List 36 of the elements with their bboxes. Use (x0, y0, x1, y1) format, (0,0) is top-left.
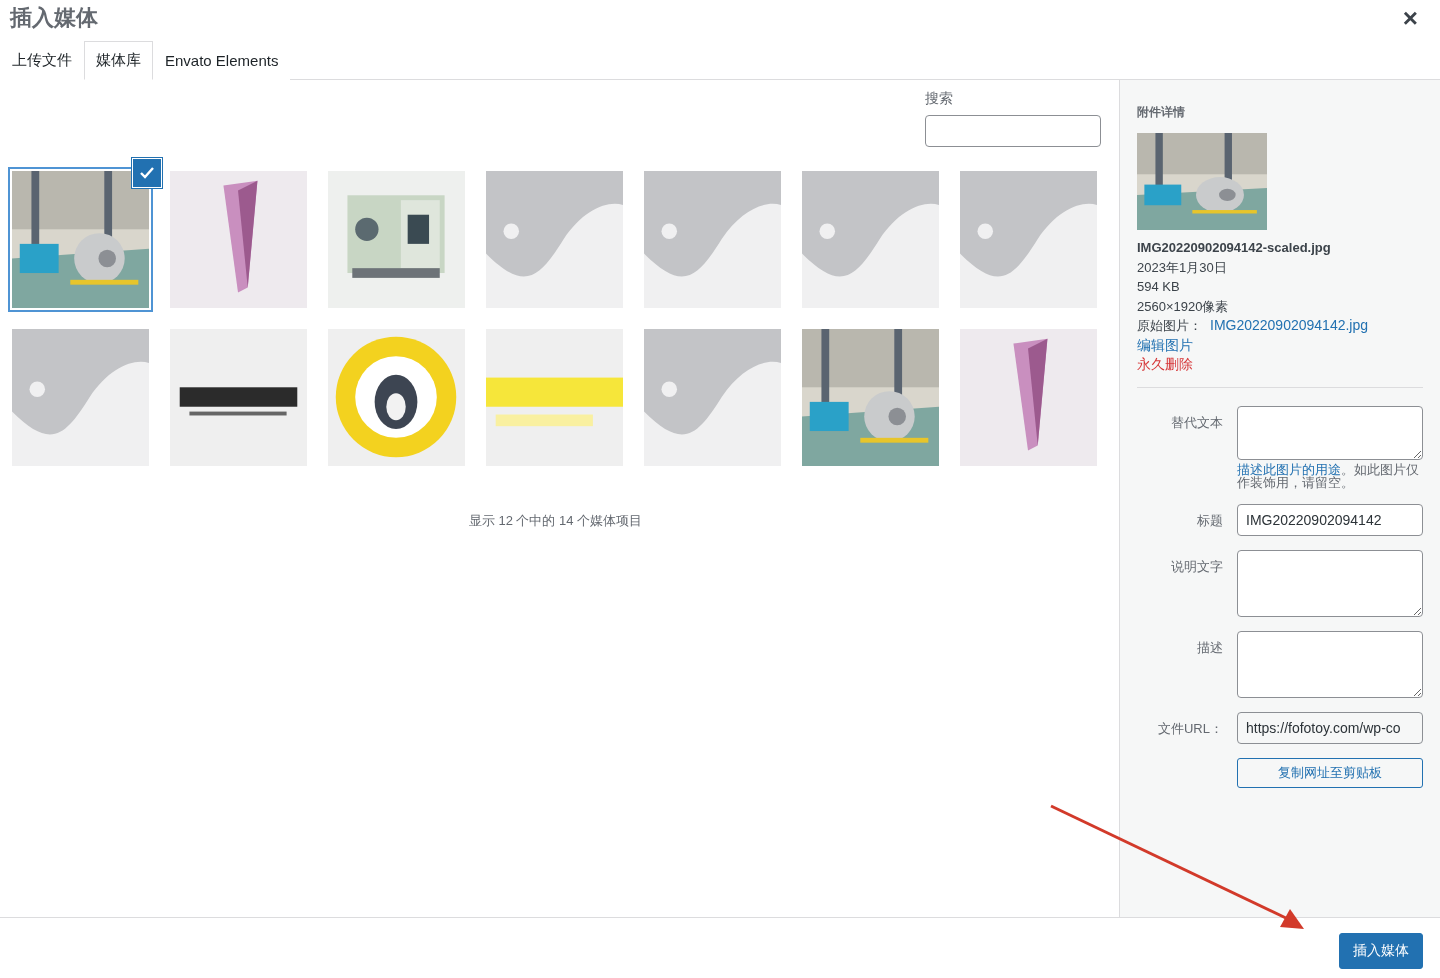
tab[interactable]: 媒体库 (84, 41, 153, 80)
image-placeholder-icon (644, 171, 781, 308)
copy-url-button[interactable]: 复制网址至剪贴板 (1237, 757, 1423, 788)
image-placeholder-icon (802, 171, 939, 308)
delete-link[interactable]: 永久删除 (1137, 355, 1193, 375)
check-icon[interactable] (133, 159, 161, 187)
upload-date: 2023年1月30日 (1137, 258, 1228, 277)
image-dimensions: 2560×1920像素 (1137, 297, 1230, 316)
field-label: 文件URL： (1157, 719, 1223, 738)
original-image-label: 原始图片： (1137, 317, 1202, 335)
url-field[interactable]: https://fofotoy.com/wp-co (1237, 711, 1423, 744)
field-label: 描述 (1196, 638, 1223, 657)
help-text: 描述此图片的用途。如此图片仅作装饰用，请留空。 (1237, 463, 1420, 490)
search-label: 搜索 (925, 90, 953, 108)
image-placeholder-icon (486, 171, 623, 308)
title-field[interactable]: IMG20220902094142 (1237, 503, 1423, 536)
image-placeholder-icon (960, 171, 1097, 308)
image-placeholder-icon (644, 329, 781, 466)
file-size: 594 KB (1137, 278, 1181, 296)
text-area[interactable] (1237, 630, 1423, 698)
close-button[interactable]: × (1398, 4, 1422, 32)
field-label: 标题 (1196, 511, 1223, 530)
search-field[interactable] (925, 115, 1101, 147)
insert-media-button[interactable]: 插入媒体 (1339, 933, 1423, 969)
field-label: 说明文字 (1170, 557, 1223, 576)
text-area[interactable] (1237, 405, 1423, 460)
field-label: 替代文本 (1170, 413, 1223, 432)
file-name: IMG20220902094142-scaled.jpg (1137, 239, 1332, 257)
modal-title: 插入媒体 (8, 4, 99, 32)
help-link[interactable]: 描述此图片的用途 (1237, 462, 1341, 477)
details-heading: 附件详情 (1137, 104, 1186, 121)
edit-image-link[interactable]: 编辑图片 (1137, 335, 1193, 355)
text-area[interactable] (1237, 549, 1423, 617)
original-image-link[interactable]: IMG20220902094142.jpg (1210, 316, 1369, 336)
image-placeholder-icon (12, 329, 149, 466)
media-count: 显示 12 个中的 14 个媒体项目 (467, 512, 644, 530)
